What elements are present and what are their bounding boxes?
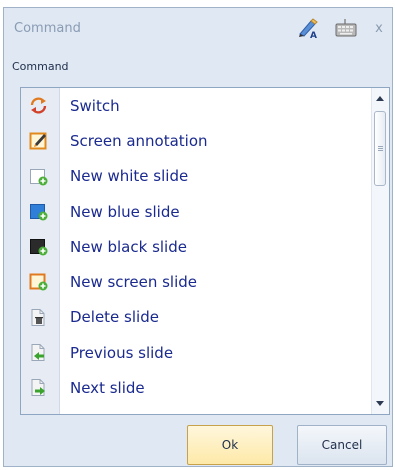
list-item[interactable]: Delete slide [21, 300, 369, 335]
list-item[interactable]: New screen slide [21, 264, 369, 299]
delete-slide-icon [29, 308, 48, 327]
ok-button[interactable]: Ok [187, 425, 273, 465]
list-item[interactable]: New black slide [21, 229, 369, 264]
list-item[interactable]: Previous slide [21, 335, 369, 370]
list-item-label: New white slide [70, 167, 189, 186]
scrollbar-thumb[interactable] [374, 111, 386, 186]
list-item-label: New black slide [70, 237, 187, 256]
next-slide-icon [29, 378, 48, 397]
new-white-slide-icon [29, 167, 48, 186]
new-screen-slide-icon [29, 272, 48, 291]
list-item[interactable]: New white slide [21, 159, 369, 194]
close-icon[interactable]: x [372, 21, 386, 36]
dialog-title: Command [14, 20, 81, 36]
new-blue-slide-icon [29, 202, 48, 221]
scroll-up-arrow-icon[interactable] [376, 96, 384, 101]
cancel-button[interactable]: Cancel [297, 425, 387, 465]
title-bar-icons: A x [296, 17, 386, 41]
vertical-scrollbar[interactable] [371, 88, 389, 414]
svg-text:A: A [310, 31, 317, 39]
command-items: Switch Screen annotation New white slide… [21, 88, 369, 406]
previous-slide-icon [29, 343, 48, 362]
list-item-label: Previous slide [70, 343, 174, 362]
new-black-slide-icon [29, 237, 48, 256]
scroll-down-arrow-icon[interactable] [376, 401, 384, 406]
list-item[interactable]: Switch [21, 88, 369, 123]
list-item-label: Switch [70, 96, 120, 115]
command-dialog: Command A x Command Switch Screen annota… [3, 7, 393, 467]
list-item[interactable]: Next slide [21, 370, 369, 405]
grip-icon [378, 146, 383, 147]
keyboard-icon[interactable] [334, 17, 358, 39]
list-item-label: Screen annotation [70, 131, 208, 150]
list-item[interactable]: Screen annotation [21, 123, 369, 158]
spell-check-icon[interactable]: A [296, 17, 320, 41]
annotation-icon [29, 131, 48, 150]
list-item-label: Next slide [70, 379, 145, 398]
switch-icon [29, 96, 48, 115]
list-item-label: New blue slide [70, 202, 180, 221]
list-item[interactable]: New blue slide [21, 194, 369, 229]
list-item-label: Delete slide [70, 308, 159, 327]
title-bar: Command A x [4, 8, 392, 48]
command-list[interactable]: Switch Screen annotation New white slide… [20, 87, 390, 415]
section-label: Command [12, 60, 69, 73]
list-item-label: New screen slide [70, 273, 198, 292]
